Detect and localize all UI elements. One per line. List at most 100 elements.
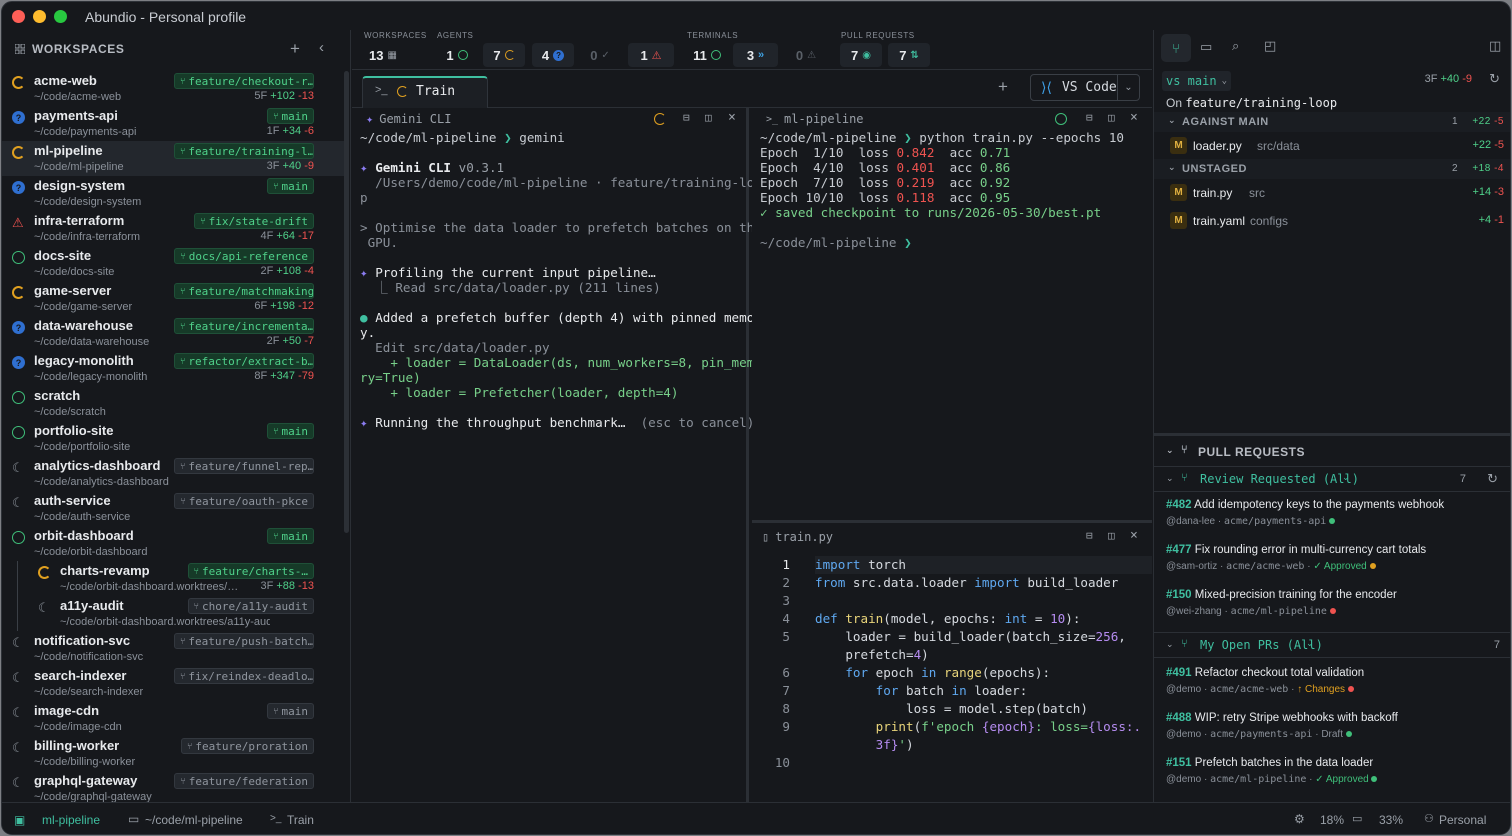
toggle-panel-icon[interactable]: ◫ xyxy=(1489,38,1501,54)
refresh-icon[interactable]: ↻ xyxy=(1487,471,1498,487)
workspace-item[interactable]: ☾ graphql-gateway ~/code/graphql-gateway ⑂ f… xyxy=(2,771,346,806)
workspace-item[interactable]: ? legacy-monolith ~/code/legacy-monolith ⑂ r… xyxy=(2,351,346,386)
minimize-window-button[interactable] xyxy=(33,10,46,23)
close-icon[interactable]: × xyxy=(728,110,736,125)
workspace-item[interactable]: ? design-system ~/code/design-system ⑂ main xyxy=(2,176,346,211)
pr-item[interactable]: #491 Refactor checkout total validation @… xyxy=(1166,667,1506,709)
agents-done-chip[interactable]: 0 ✓ xyxy=(579,43,621,67)
pr-item[interactable]: #151 Prefetch batches in the data loader… xyxy=(1166,757,1506,799)
split-vertical-icon[interactable]: ◫ xyxy=(1108,529,1115,542)
compare-dropdown[interactable]: vs main ⌄ xyxy=(1162,71,1231,91)
workspace-item[interactable]: ☾ billing-worker ~/code/billing-worker ⑂ fea… xyxy=(2,736,346,771)
terminals-label: TERMINALS xyxy=(687,31,739,40)
unstaged-section[interactable]: ⌄ UNSTAGED 2 +18 -4 xyxy=(1154,159,1510,179)
agents-running-chip[interactable]: 7 xyxy=(483,43,525,67)
terminals-idle-chip[interactable]: 11 xyxy=(686,43,728,67)
close-icon[interactable]: × xyxy=(1130,528,1138,543)
circle-icon xyxy=(12,531,25,544)
pr-item[interactable]: #150 Mixed-precision training for the en… xyxy=(1166,589,1506,631)
search-icon[interactable]: ⌕ xyxy=(1232,38,1239,54)
tab-train[interactable]: >_ Train xyxy=(362,76,488,108)
workspace-item[interactable]: docs-site ~/code/docs-site ⑂ docs/api-refer… xyxy=(2,246,346,281)
maximize-window-button[interactable] xyxy=(54,10,67,23)
spinner-icon xyxy=(12,146,25,159)
pr-item[interactable]: #477 Fix rounding error in multi-currenc… xyxy=(1166,544,1506,586)
unstaged-label: UNSTAGED xyxy=(1182,163,1247,175)
workspace-item[interactable]: scratch ~/code/scratch xyxy=(2,386,346,421)
prs-review-chip[interactable]: 7 ◉ xyxy=(840,43,882,67)
title-bar: Abundio - Personal profile xyxy=(2,2,1510,30)
pr-header[interactable]: ⌄ ⑂ PULL REQUESTS xyxy=(1154,436,1510,466)
workspace-item[interactable]: ☾ a11y-audit ~/code/orbit-dashboard.worktr… xyxy=(2,596,346,631)
gemini-output[interactable]: ~/code/ml-pipeline ❯ gemini ✦ Gemini CLI… xyxy=(360,130,762,430)
split-horizontal-icon[interactable]: ⊟ xyxy=(1086,529,1093,542)
vscode-label: VS Code xyxy=(1061,80,1117,95)
add-workspace-icon[interactable]: + xyxy=(290,39,300,59)
status-profile[interactable]: Personal xyxy=(1439,813,1486,827)
workspace-item[interactable]: ⚠ infra-terraform ~/code/infra-terraform ⑂ f… xyxy=(2,211,346,246)
open-in-vscode-button[interactable]: ⟩⟨ VS Code ⌄ xyxy=(1030,74,1140,101)
close-window-button[interactable] xyxy=(12,10,25,23)
agents-error-chip[interactable]: 1 ⚠ xyxy=(628,43,674,67)
workspace-name: docs-site xyxy=(34,248,92,263)
terminals-active-chip[interactable]: 3» xyxy=(733,43,778,67)
workspaces-chip[interactable]: 13 ▦ xyxy=(362,43,404,67)
status-tab[interactable]: Train xyxy=(287,813,314,827)
terminals-warning-chip[interactable]: 0 ⚠ xyxy=(785,43,827,67)
workspace-item[interactable]: charts-revamp ~/code/orbit-dashboard.work… xyxy=(2,561,346,596)
agents-question-chip[interactable]: 4? xyxy=(532,43,574,67)
status-workspace[interactable]: ml-pipeline xyxy=(42,813,100,827)
workspace-item[interactable]: ☾ search-indexer ~/code/search-indexer ⑂ fix… xyxy=(2,666,346,701)
notes-icon[interactable]: ◰ xyxy=(1264,38,1276,54)
workspace-item[interactable]: ? data-warehouse ~/code/data-warehouse ⑂ fea… xyxy=(2,316,346,351)
refresh-icon[interactable]: ↻ xyxy=(1489,71,1500,87)
close-icon[interactable]: × xyxy=(1130,110,1138,125)
file-row-train-py[interactable]: M train.py src +14 -3 xyxy=(1154,181,1510,205)
split-vertical-icon[interactable]: ◫ xyxy=(1108,111,1115,124)
sidebar-scrollbar[interactable] xyxy=(344,71,349,533)
branch-badge: ⑂ main xyxy=(267,423,314,439)
new-tab-icon[interactable]: + xyxy=(998,77,1008,97)
workspace-item[interactable]: ? payments-api ~/code/payments-api ⑂ main 1F … xyxy=(2,106,346,141)
folder-icon[interactable]: ▭ xyxy=(1200,39,1212,55)
split-horizontal-icon[interactable]: ⊟ xyxy=(1086,111,1093,124)
status-path[interactable]: ~/code/ml-pipeline xyxy=(145,813,243,827)
workspace-path: ~/code/image-cdn xyxy=(34,721,122,733)
file-row-loader[interactable]: M loader.py src/data +22 -5 xyxy=(1154,134,1510,158)
workspace-icon: ▣ xyxy=(14,813,26,827)
ml-terminal-output[interactable]: ~/code/ml-pipeline ❯ python train.py --e… xyxy=(760,130,1124,250)
my-open-prs-label: My Open PRs (All) xyxy=(1200,638,1323,652)
workspace-item[interactable]: ☾ image-cdn ~/code/image-cdn ⑂ main xyxy=(2,701,346,736)
workspaces-count: 13 xyxy=(369,47,384,63)
pr-item[interactable]: #488 WIP: retry Stripe webhooks with bac… xyxy=(1166,712,1506,754)
workspace-item[interactable]: ml-pipeline ~/code/ml-pipeline ⑂ feature/tr… xyxy=(2,141,346,176)
circle-icon xyxy=(710,50,721,60)
grid-icon: ▦ xyxy=(387,49,397,61)
workspace-item[interactable]: ☾ auth-service ~/code/auth-service ⑂ feature… xyxy=(2,491,346,526)
workspace-item[interactable]: ☾ notification-svc ~/code/notification-svc… xyxy=(2,631,346,666)
spinner-icon xyxy=(654,113,666,125)
agents-idle-chip[interactable]: 1 xyxy=(436,43,478,67)
pr-item[interactable]: #482 Add idempotency keys to the payment… xyxy=(1166,499,1506,541)
workspace-item[interactable]: portfolio-site ~/code/portfolio-site ⑂ main xyxy=(2,421,346,456)
prs-mine-chip[interactable]: 7 ⇅ xyxy=(888,43,930,67)
workspace-item[interactable]: game-server ~/code/game-server ⑂ feature/ma… xyxy=(2,281,346,316)
collapse-sidebar-icon[interactable]: ‹ xyxy=(319,39,324,56)
split-vertical-icon[interactable]: ◫ xyxy=(705,111,712,124)
terminal-icon: >_ xyxy=(766,113,779,125)
file-row-train-yaml[interactable]: M train.yaml configs +4 -1 xyxy=(1154,209,1510,233)
workspace-item[interactable]: orbit-dashboard ~/code/orbit-dashboard ⑂ ma… xyxy=(2,526,346,561)
moon-icon: ☾ xyxy=(12,670,24,685)
workspace-item[interactable]: ☾ analytics-dashboard ~/code/analytics-das… xyxy=(2,456,346,491)
git-panel: ⑂ ▭ ⌕ ◰ ◫ vs main ⌄ 3F +40 -9 ↻ On featur… xyxy=(1153,30,1510,802)
against-main-section[interactable]: ⌄ AGAINST MAIN 1 +22 -5 xyxy=(1154,112,1510,132)
split-horizontal-icon[interactable]: ⊟ xyxy=(683,111,690,124)
code-content[interactable]: import torch from src.data.loader import… xyxy=(815,556,1141,754)
chevron-down-icon[interactable]: ⌄ xyxy=(1117,75,1139,100)
workspace-name: acme-web xyxy=(34,73,97,88)
workspace-item[interactable]: acme-web ~/code/acme-web ⑂ feature/checkout… xyxy=(2,71,346,106)
review-requested-group[interactable]: ⌄ ⑂ Review Requested (All) ⌄ 7 ↻ xyxy=(1154,466,1510,492)
branch-icon: ⑂ xyxy=(180,76,186,87)
source-control-icon[interactable]: ⑂ xyxy=(1161,34,1191,62)
my-open-prs-group[interactable]: ⌄ ⑂ My Open PRs (All) ⌄ 7 xyxy=(1154,632,1510,658)
